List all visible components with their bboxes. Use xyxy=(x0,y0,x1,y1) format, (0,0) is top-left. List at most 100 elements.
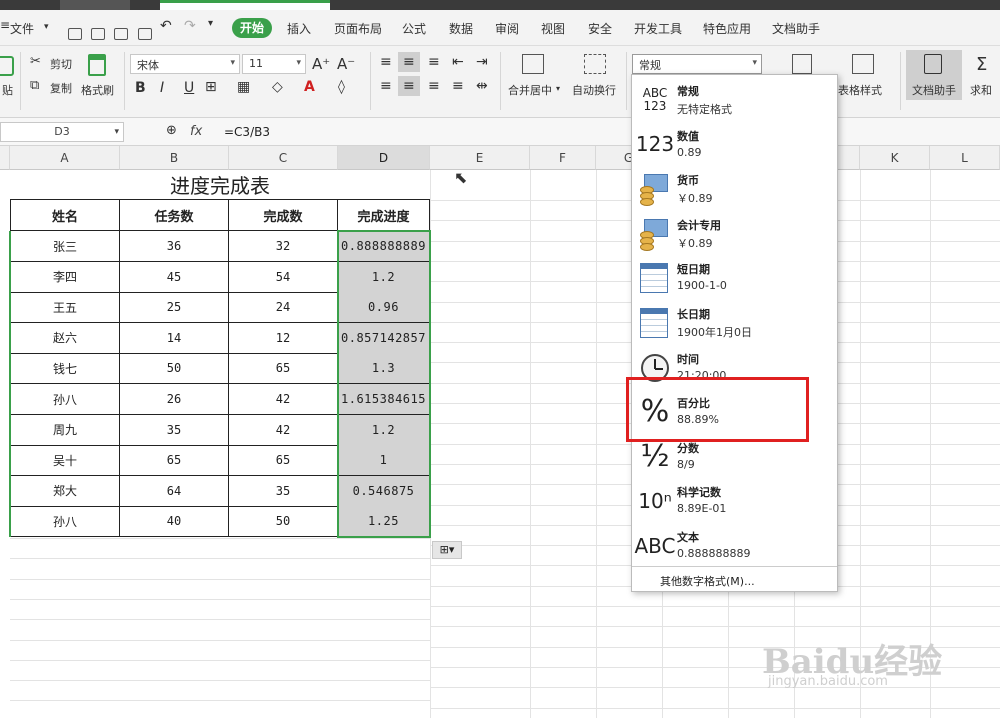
cell-name[interactable]: 孙八 xyxy=(10,506,120,538)
cell-name[interactable]: 张三 xyxy=(10,231,120,262)
format-option-3[interactable]: 会计专用 ￥0.89 xyxy=(632,213,837,257)
format-option-8[interactable]: ½ 分数 8/9 xyxy=(632,436,837,480)
cell-tasks[interactable]: 25 xyxy=(120,292,229,324)
align-right-icon[interactable]: ≡ xyxy=(428,78,440,94)
font-shrink-button[interactable]: A⁻ xyxy=(337,55,355,73)
italic-button[interactable]: I xyxy=(160,80,164,96)
export-pdf-icon[interactable] xyxy=(91,28,105,40)
cell-done[interactable]: 42 xyxy=(229,414,338,446)
zoom-icon[interactable]: ⊕ xyxy=(166,123,177,138)
font-size-select[interactable]: 11 ▾ xyxy=(242,54,306,74)
paste-label[interactable]: 贴 xyxy=(2,82,13,98)
spreadsheet-grid[interactable]: A B C D E F G H I J K L 进度完成表 姓名 任务数 完成数… xyxy=(0,146,1000,718)
font-name-select[interactable]: 宋体 ▾ xyxy=(130,54,240,74)
number-format-select[interactable]: 常规 ▾ xyxy=(632,54,762,74)
cell-done[interactable]: 12 xyxy=(229,322,338,354)
cell-done[interactable]: 35 xyxy=(229,475,338,507)
column-header-c[interactable]: C xyxy=(229,146,338,170)
font-color-icon[interactable]: A xyxy=(304,79,315,95)
cell-tasks[interactable]: 26 xyxy=(120,384,229,415)
header-done[interactable]: 完成数 xyxy=(229,200,338,231)
select-all-corner[interactable] xyxy=(0,146,10,170)
save-icon[interactable] xyxy=(68,28,82,40)
tab-home[interactable]: 开始 xyxy=(232,18,272,38)
cell-tasks[interactable]: 50 xyxy=(120,353,229,385)
table-style-button[interactable]: 表格样式 xyxy=(838,82,882,98)
wrap-text-icon[interactable] xyxy=(584,54,606,74)
column-header-a[interactable]: A xyxy=(10,146,120,170)
cell-done[interactable]: 65 xyxy=(229,353,338,385)
paste-icon[interactable] xyxy=(0,56,14,76)
align-left-icon[interactable]: ≡ xyxy=(380,78,392,94)
tab-special[interactable]: 特色应用 xyxy=(703,20,751,37)
tab-doc-helper[interactable]: 文档助手 xyxy=(772,20,820,37)
tab-data[interactable]: 数据 xyxy=(449,20,473,37)
tab-review[interactable]: 审阅 xyxy=(495,20,519,37)
table-title[interactable]: 进度完成表 xyxy=(10,170,430,200)
cell-name[interactable]: 王五 xyxy=(10,292,120,324)
bold-button[interactable]: B xyxy=(135,80,146,96)
cell-name[interactable]: 李四 xyxy=(10,261,120,293)
copy-button[interactable]: 复制 xyxy=(50,80,72,96)
cell-name[interactable]: 周九 xyxy=(10,414,120,446)
cell-name[interactable]: 孙八 xyxy=(10,384,120,415)
cell-done[interactable]: 32 xyxy=(229,231,338,262)
column-header-k[interactable]: K xyxy=(860,146,930,170)
font-grow-button[interactable]: A⁺ xyxy=(312,55,330,73)
cell-name[interactable]: 郑大 xyxy=(10,475,120,507)
fx-icon[interactable]: fx xyxy=(190,124,202,139)
format-option-1[interactable]: 123 数值 0.89 xyxy=(632,124,837,168)
doc-helper-icon[interactable] xyxy=(924,54,942,74)
cell-name[interactable]: 赵六 xyxy=(10,322,120,354)
cell-style-icon[interactable]: ▦ xyxy=(237,79,250,95)
header-tasks[interactable]: 任务数 xyxy=(120,200,229,231)
cell-done[interactable]: 50 xyxy=(229,506,338,538)
align-bottom-icon[interactable]: ≡ xyxy=(428,54,440,70)
tab-view[interactable]: 视图 xyxy=(541,20,565,37)
conditional-format-icon[interactable] xyxy=(792,54,812,74)
column-header-f[interactable]: F xyxy=(530,146,596,170)
tab-developer[interactable]: 开发工具 xyxy=(634,20,682,37)
more-number-formats-item[interactable]: 其他数字格式(M)... xyxy=(660,573,755,589)
format-option-5[interactable]: 长日期 1900年1月0日 xyxy=(632,302,837,346)
formula-input[interactable]: =C3/B3 xyxy=(224,125,270,139)
wrap-text-button[interactable]: 自动换行 xyxy=(572,82,616,98)
border-icon[interactable]: ⊞ xyxy=(205,79,217,95)
column-header-d[interactable]: D xyxy=(338,146,430,170)
format-painter-icon[interactable] xyxy=(88,54,106,76)
cell-name[interactable]: 吴十 xyxy=(10,445,120,477)
menu-file[interactable]: 文件 xyxy=(10,20,34,37)
cell-tasks[interactable]: 40 xyxy=(120,506,229,538)
fill-color-icon[interactable]: ◇ xyxy=(272,79,283,95)
cell-tasks[interactable]: 45 xyxy=(120,261,229,293)
scissors-icon[interactable]: ✂ xyxy=(30,54,41,69)
align-middle-icon[interactable]: ≡ xyxy=(403,54,415,70)
header-progress[interactable]: 完成进度 xyxy=(338,200,430,231)
format-painter-button[interactable]: 格式刷 xyxy=(81,82,114,98)
clear-icon[interactable]: ◊ xyxy=(338,79,345,95)
tab-insert[interactable]: 插入 xyxy=(287,20,311,37)
format-option-10[interactable]: ABC 文本 0.888888889 xyxy=(632,525,837,569)
column-header-l[interactable]: L xyxy=(930,146,1000,170)
cell-done[interactable]: 54 xyxy=(229,261,338,293)
underline-button[interactable]: U xyxy=(184,80,194,96)
chevron-down-icon[interactable]: ▾ xyxy=(556,84,560,93)
format-option-4[interactable]: 短日期 1900-1-0 xyxy=(632,257,837,301)
header-name[interactable]: 姓名 xyxy=(10,200,120,231)
name-box[interactable]: D3 ▾ xyxy=(0,122,124,142)
column-header-b[interactable]: B xyxy=(120,146,229,170)
sum-button[interactable]: 求和 xyxy=(970,82,992,98)
format-option-2[interactable]: 货币 ￥0.89 xyxy=(632,168,837,212)
print-preview-icon[interactable] xyxy=(138,28,152,40)
undo-icon[interactable]: ↶ xyxy=(160,18,172,34)
cell-tasks[interactable]: 65 xyxy=(120,445,229,477)
quick-access-dropdown-icon[interactable]: ▾ xyxy=(208,18,213,29)
merge-center-button[interactable]: 合并居中 xyxy=(508,82,552,98)
table-style-icon[interactable] xyxy=(852,54,874,74)
chevron-down-icon[interactable]: ▾ xyxy=(44,22,49,32)
cell-done[interactable]: 42 xyxy=(229,384,338,415)
menu-icon[interactable]: ≡ xyxy=(0,18,10,32)
tab-security[interactable]: 安全 xyxy=(588,20,612,37)
cell-done[interactable]: 65 xyxy=(229,445,338,477)
align-center-icon[interactable]: ≡ xyxy=(403,78,415,94)
